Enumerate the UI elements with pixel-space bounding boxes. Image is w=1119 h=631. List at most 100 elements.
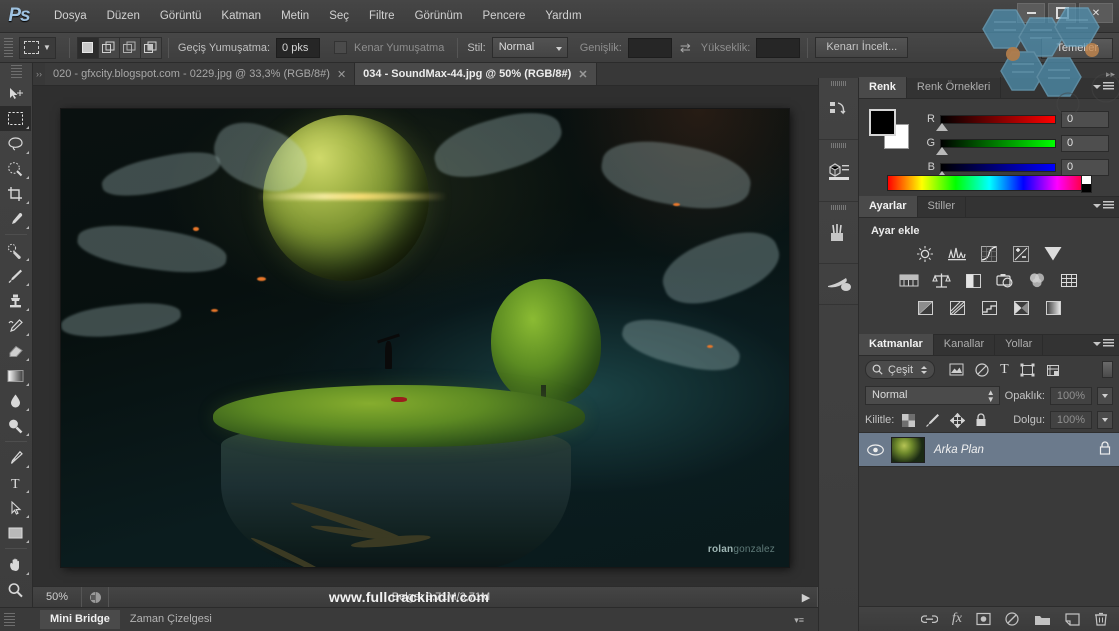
document-tab-1[interactable]: 034 - SoundMax-44.jpg @ 50% (RGB/8#) ✕ <box>355 63 596 85</box>
history-panel-icon[interactable] <box>819 78 859 140</box>
menu-filtre[interactable]: Filtre <box>359 5 405 27</box>
filter-shape-icon[interactable] <box>1020 363 1035 377</box>
tab-kanallar[interactable]: Kanallar <box>934 334 995 355</box>
layer-filter-type-select[interactable]: Çeşit <box>865 360 935 379</box>
tab-bar-grip[interactable]: ›› <box>33 62 45 85</box>
canvas-area[interactable]: rolangonzalez <box>33 86 818 603</box>
tab-yollar[interactable]: Yollar <box>995 334 1043 355</box>
bottom-panel-grip[interactable] <box>4 613 15 627</box>
width-input[interactable] <box>628 38 672 58</box>
maximize-button[interactable] <box>1048 3 1076 23</box>
opacity-dropdown-icon[interactable] <box>1097 387 1113 405</box>
invert-icon[interactable] <box>915 298 936 317</box>
document-tab-0[interactable]: 020 - gfxcity.blogspot.com - 0229.jpg @ … <box>45 63 355 85</box>
lock-transparency-icon[interactable] <box>902 414 915 427</box>
tab-ayarlar[interactable]: Ayarlar <box>859 196 918 217</box>
tool-preset-picker[interactable]: ▼ <box>19 37 56 59</box>
new-group-icon[interactable] <box>1034 613 1051 626</box>
link-layers-icon[interactable] <box>921 614 938 625</box>
dodge-tool[interactable] <box>0 413 31 438</box>
filter-adjustment-icon[interactable] <box>975 363 989 377</box>
layer-filter-stepper[interactable] <box>918 362 930 377</box>
status-expand-arrow-icon[interactable]: ▶ <box>795 591 817 604</box>
gradient-tool[interactable] <box>0 363 31 388</box>
brush-tool[interactable] <box>0 263 31 288</box>
selective-color-icon[interactable] <box>1011 298 1032 317</box>
tools-panel-grip[interactable] <box>11 65 22 79</box>
style-select[interactable]: Normal <box>492 37 568 58</box>
quick-selection-tool[interactable] <box>0 156 31 181</box>
fill-dropdown-icon[interactable] <box>1097 411 1113 429</box>
brush-presets-panel-icon[interactable] <box>819 202 859 264</box>
channel-mixer-icon[interactable] <box>1027 271 1048 290</box>
add-to-selection-button[interactable] <box>98 37 120 59</box>
artboard[interactable]: rolangonzalez <box>61 109 789 567</box>
tab-renk-ornekleri[interactable]: Renk Örnekleri <box>907 77 1001 98</box>
lasso-tool[interactable] <box>0 131 31 156</box>
black-white-icon[interactable] <box>963 271 984 290</box>
adjustments-panel-menu-icon[interactable] <box>1093 201 1114 210</box>
hue-saturation-icon[interactable] <box>899 271 920 290</box>
swap-dimensions-icon[interactable]: ⇄ <box>680 40 691 56</box>
add-layer-mask-icon[interactable] <box>976 612 991 626</box>
hand-tool[interactable] <box>0 552 31 577</box>
path-selection-tool[interactable] <box>0 495 31 520</box>
vibrance-icon[interactable] <box>1043 244 1064 263</box>
menu-goruntu[interactable]: Görüntü <box>150 5 212 27</box>
fill-value[interactable]: 100% <box>1050 411 1092 429</box>
menu-pencere[interactable]: Pencere <box>473 5 536 27</box>
posterize-icon[interactable] <box>947 298 968 317</box>
filter-pixel-icon[interactable] <box>949 363 964 376</box>
color-spectrum-ramp[interactable] <box>887 175 1092 191</box>
b-value[interactable]: 0 <box>1061 159 1109 176</box>
blend-mode-select[interactable]: Normal ▲▼ <box>865 386 1000 405</box>
layer-name[interactable]: Arka Plan <box>925 444 1099 456</box>
filter-smart-object-icon[interactable] <box>1046 363 1060 377</box>
layers-list[interactable]: Arka Plan <box>859 432 1119 590</box>
g-slider-track[interactable] <box>940 139 1056 148</box>
type-tool[interactable]: T <box>0 470 31 495</box>
curves-icon[interactable] <box>979 244 1000 263</box>
close-icon[interactable]: ✕ <box>578 68 587 81</box>
spot-healing-brush-tool[interactable] <box>0 238 31 263</box>
dock-grip[interactable] <box>831 205 847 210</box>
new-selection-button[interactable] <box>77 37 99 59</box>
zoom-level[interactable]: 50% <box>33 591 81 603</box>
filter-type-icon[interactable]: T <box>1000 363 1009 376</box>
height-input[interactable] <box>756 38 800 58</box>
menu-katman[interactable]: Katman <box>211 5 271 27</box>
layer-lock-icon[interactable] <box>1099 441 1111 458</box>
history-brush-tool[interactable] <box>0 313 31 338</box>
threshold-icon[interactable] <box>979 298 1000 317</box>
close-icon[interactable]: ✕ <box>337 68 346 81</box>
table-row[interactable]: Arka Plan <box>859 433 1119 467</box>
options-bar-grip[interactable] <box>4 38 13 58</box>
clone-stamp-tool[interactable] <box>0 288 31 313</box>
layer-filter-toggle[interactable] <box>1102 361 1113 378</box>
layer-visibility-toggle[interactable] <box>859 444 891 456</box>
zoom-tool[interactable] <box>0 577 31 602</box>
menu-dosya[interactable]: Dosya <box>44 5 97 27</box>
photo-filter-icon[interactable] <box>995 271 1016 290</box>
delete-layer-icon[interactable] <box>1094 612 1108 626</box>
tab-timeline[interactable]: Zaman Çizelgesi <box>120 610 222 629</box>
eyedropper-tool[interactable] <box>0 206 31 231</box>
blur-tool[interactable] <box>0 388 31 413</box>
rectangle-tool[interactable] <box>0 520 31 545</box>
eraser-tool[interactable] <box>0 338 31 363</box>
r-value[interactable]: 0 <box>1061 111 1109 128</box>
dock-grip[interactable] <box>831 81 847 86</box>
layers-panel-menu-icon[interactable] <box>1093 339 1114 348</box>
color-swatches[interactable] <box>869 109 909 149</box>
spectrum-black-white-ends[interactable] <box>1081 175 1092 193</box>
lock-all-icon[interactable] <box>975 413 987 427</box>
menu-metin[interactable]: Metin <box>271 5 319 27</box>
layer-thumbnail[interactable] <box>891 437 925 463</box>
tab-stiller[interactable]: Stiller <box>918 196 967 217</box>
menu-duzen[interactable]: Düzen <box>97 5 150 27</box>
intersect-selection-button[interactable] <box>140 37 162 59</box>
g-value[interactable]: 0 <box>1061 135 1109 152</box>
tab-mini-bridge[interactable]: Mini Bridge <box>40 610 120 629</box>
move-tool[interactable] <box>0 81 31 106</box>
crop-tool[interactable] <box>0 181 31 206</box>
